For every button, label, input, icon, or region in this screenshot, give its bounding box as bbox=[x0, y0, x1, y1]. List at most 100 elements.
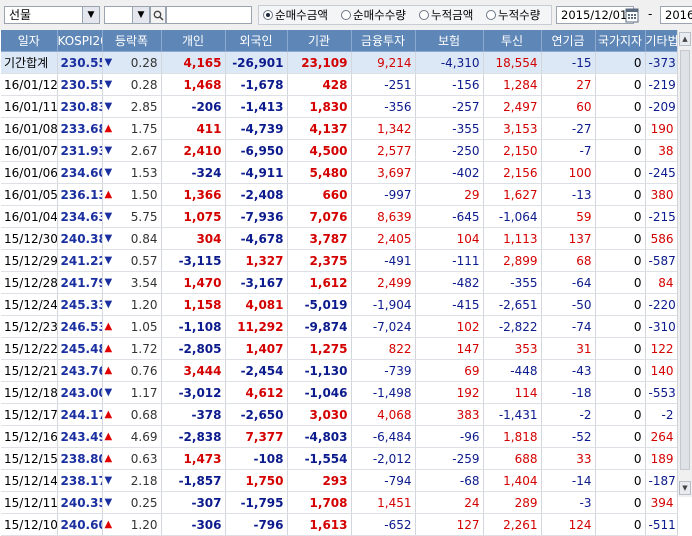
end-date-input[interactable]: 2016/ bbox=[660, 6, 692, 24]
table-row[interactable]: 15/12/23246.53▲1.05-1,10811,292-9,874-7,… bbox=[1, 315, 678, 338]
table-row[interactable]: 15/12/28241.79▼3.541,470-3,1671,6122,499… bbox=[1, 271, 678, 294]
col-header-investment-trust[interactable]: 투신 bbox=[483, 30, 542, 52]
cell-institution: -1,554 bbox=[287, 447, 352, 470]
table-row[interactable]: 16/01/05236.13▲1.501,366-2,408660-997291… bbox=[1, 183, 678, 206]
cell-investment-trust: -2,822 bbox=[483, 315, 542, 338]
cell-individual: 411 bbox=[161, 117, 226, 140]
table-row[interactable]: 15/12/29241.22▼0.57-3,1151,3272,375-491-… bbox=[1, 249, 678, 272]
summary-row[interactable]: 기간합계230.55▼0.284,165-26,90123,1099,214-4… bbox=[1, 51, 678, 74]
start-date-input[interactable]: 2015/12/01 bbox=[556, 6, 634, 24]
col-header-foreign[interactable]: 외국인 bbox=[225, 30, 288, 52]
table-row[interactable]: 15/12/21243.76▲0.763,444-2,454-1,130-739… bbox=[1, 359, 678, 382]
cell-foreign: -1,413 bbox=[225, 95, 288, 118]
cell-investment-trust: 1,627 bbox=[483, 183, 542, 206]
cell-institution: 293 bbox=[287, 469, 352, 492]
table-row[interactable]: 16/01/12230.55▼0.281,468-1,678428-251-15… bbox=[1, 73, 678, 96]
cell-insurance: 147 bbox=[415, 337, 484, 360]
cell-government: 0 bbox=[595, 227, 646, 250]
cell-government: 0 bbox=[595, 403, 646, 426]
table-row[interactable]: 15/12/10240.60▲1.20-306-7961,613-6521272… bbox=[1, 513, 678, 536]
col-header-kospi200[interactable]: KOSPI200 bbox=[57, 30, 103, 52]
cell-investment-trust: 2,899 bbox=[483, 249, 542, 272]
display-mode-radio-group: 순매수금액 순매수수량 누적금액 누적수량 bbox=[258, 5, 552, 25]
scroll-down-icon[interactable]: ▼ bbox=[679, 481, 691, 495]
radio-net-amount[interactable]: 순매수금액 bbox=[263, 8, 328, 22]
cell-change: 2.85 bbox=[116, 95, 162, 118]
search-button[interactable] bbox=[150, 6, 166, 24]
col-header-financial-investment[interactable]: 금융투자 bbox=[351, 30, 416, 52]
cell-government: 0 bbox=[595, 139, 646, 162]
col-header-change[interactable]: 등락폭 bbox=[102, 30, 162, 52]
cell-change: 0.57 bbox=[116, 249, 162, 272]
cell-financial-investment: -356 bbox=[351, 95, 416, 118]
table-row[interactable]: 16/01/08233.68▲1.75411-4,7394,1371,342-3… bbox=[1, 117, 678, 140]
table-row[interactable]: 15/12/16243.49▲4.69-2,8387,377-4,803-6,4… bbox=[1, 425, 678, 448]
market-select[interactable]: 선물 ▼ bbox=[4, 6, 100, 24]
cell-date: 16/01/06 bbox=[1, 161, 58, 184]
table-row[interactable]: 15/12/22245.48▲1.72-2,8051,4071,27582214… bbox=[1, 337, 678, 360]
cell-kospi200: 240.38 bbox=[57, 227, 103, 250]
cell-institution: 660 bbox=[287, 183, 352, 206]
search-icon bbox=[153, 10, 164, 21]
table-row[interactable]: 15/12/24245.33▼1.201,1584,081-5,019-1,90… bbox=[1, 293, 678, 316]
col-header-insurance[interactable]: 보험 bbox=[415, 30, 484, 52]
cell-insurance: -645 bbox=[415, 205, 484, 228]
table-row[interactable]: 15/12/14238.17▼2.18-1,8571,750293-794-68… bbox=[1, 469, 678, 492]
col-header-government[interactable]: 국가지자 bbox=[595, 30, 646, 52]
scroll-up-icon[interactable]: ▲ bbox=[679, 32, 691, 46]
cell-kospi200: 231.93 bbox=[57, 139, 103, 162]
table-row[interactable]: 16/01/07231.93▼2.672,410-6,9504,5002,577… bbox=[1, 139, 678, 162]
table-row[interactable]: 15/12/18243.00▼1.17-3,0124,612-1,046-1,4… bbox=[1, 381, 678, 404]
calendar-button[interactable] bbox=[625, 7, 639, 23]
col-header-date[interactable]: 일자 bbox=[1, 30, 58, 52]
cell-investment-trust: 3,153 bbox=[483, 117, 542, 140]
chevron-down-icon[interactable]: ▼ bbox=[82, 7, 99, 23]
radio-cumulative-amount[interactable]: 누적금액 bbox=[419, 8, 473, 22]
table-row[interactable]: 15/12/30240.38▼0.84304-4,6783,7872,40510… bbox=[1, 227, 678, 250]
cell-change: 1.05 bbox=[116, 315, 162, 338]
cell-insurance: -259 bbox=[415, 447, 484, 470]
cell-financial-investment: 822 bbox=[351, 337, 416, 360]
radio-net-quantity[interactable]: 순매수수량 bbox=[341, 8, 406, 22]
name-field[interactable] bbox=[166, 6, 252, 24]
cell-change: 3.54 bbox=[116, 271, 162, 294]
cell-individual: -2,805 bbox=[161, 337, 226, 360]
radio-cumulative-quantity[interactable]: 누적수량 bbox=[486, 8, 540, 22]
cell-investment-trust: 1,404 bbox=[483, 469, 542, 492]
table-row[interactable]: 16/01/06234.60▼1.53-324-4,9115,4803,697-… bbox=[1, 161, 678, 184]
code-select[interactable]: ▼ bbox=[104, 6, 150, 24]
col-header-individual[interactable]: 개인 bbox=[161, 30, 226, 52]
cell-other-corp: 38 bbox=[645, 139, 678, 162]
scroll-thumb[interactable] bbox=[680, 50, 690, 470]
chevron-down-icon[interactable]: ▼ bbox=[132, 7, 149, 23]
col-header-other-corp[interactable]: 기타법인 bbox=[645, 30, 678, 52]
cell-government: 0 bbox=[595, 205, 646, 228]
col-header-pension[interactable]: 연기금 bbox=[541, 30, 596, 52]
cell-foreign: -7,936 bbox=[225, 205, 288, 228]
cell-date: 15/12/22 bbox=[1, 337, 58, 360]
cell-financial-investment: 8,639 bbox=[351, 205, 416, 228]
cell-individual: 1,470 bbox=[161, 271, 226, 294]
cell-government: 0 bbox=[595, 73, 646, 96]
table-row[interactable]: 15/12/15238.80▲0.631,473-108-1,554-2,012… bbox=[1, 447, 678, 470]
cell-kospi200: 243.00 bbox=[57, 381, 103, 404]
cell-individual: -3,115 bbox=[161, 249, 226, 272]
vertical-scrollbar[interactable]: ▲ ▼ bbox=[677, 30, 692, 497]
cell-foreign: 1,407 bbox=[225, 337, 288, 360]
cell-investment-trust: 2,261 bbox=[483, 513, 542, 536]
cell-date: 16/01/08 bbox=[1, 117, 58, 140]
table-row[interactable]: 15/12/17244.17▲0.68-378-2,6503,0304,0683… bbox=[1, 403, 678, 426]
table-row[interactable]: 16/01/04234.63▼5.751,075-7,9367,0768,639… bbox=[1, 205, 678, 228]
cell-government: 0 bbox=[595, 513, 646, 536]
cell-individual: 1,075 bbox=[161, 205, 226, 228]
triangle-down-icon: ▼ bbox=[102, 293, 116, 316]
cell-institution: -4,803 bbox=[287, 425, 352, 448]
col-header-institution[interactable]: 기관 bbox=[287, 30, 352, 52]
cell-change: 0.28 bbox=[116, 51, 162, 74]
cell-institution: -5,019 bbox=[287, 293, 352, 316]
table-row[interactable]: 15/12/11240.35▼0.25-307-1,7951,7081,4512… bbox=[1, 491, 678, 514]
cell-insurance: 24 bbox=[415, 491, 484, 514]
cell-date: 15/12/14 bbox=[1, 469, 58, 492]
cell-foreign: -108 bbox=[225, 447, 288, 470]
table-row[interactable]: 16/01/11230.83▼2.85-206-1,4131,830-356-2… bbox=[1, 95, 678, 118]
